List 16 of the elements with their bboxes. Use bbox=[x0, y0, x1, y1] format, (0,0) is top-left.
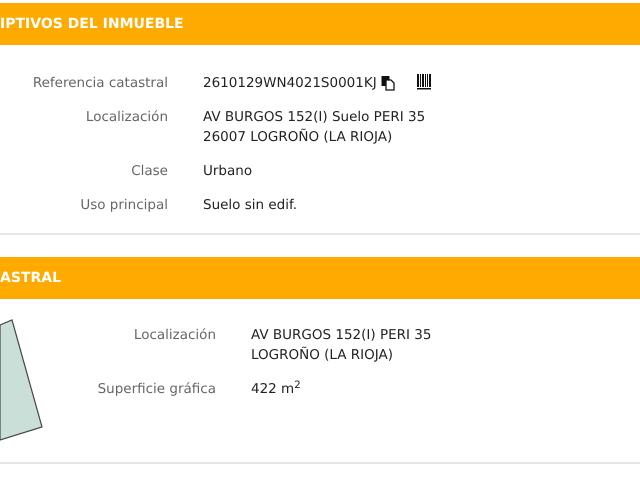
copy-icon[interactable] bbox=[380, 75, 395, 91]
field-label: Localización bbox=[84, 108, 168, 127]
field-value: AV BURGOS 152(I) PERI 35 LOGROÑO (LA RIOJA) bbox=[251, 326, 432, 365]
section-title: ASTRAL bbox=[0, 268, 62, 288]
field-label: Referencia catastral bbox=[32, 74, 168, 93]
section-title: IPTIVOS DEL INMUEBLE bbox=[0, 14, 184, 34]
field-value: AV BURGOS 152(I) Suelo PERI 35 26007 LOGROÑO (LA RIOJA) bbox=[203, 108, 426, 147]
field-value: 422 m$^{2}$ bbox=[251, 379, 301, 399]
field-label: Superficie gráfica bbox=[96, 380, 216, 399]
field-label: Clase bbox=[130, 162, 168, 181]
field-value: Suelo sin edif. bbox=[203, 196, 298, 215]
barcode-icon[interactable] bbox=[416, 74, 431, 90]
field-label: Uso principal bbox=[79, 196, 168, 215]
field-value: Urbano bbox=[203, 162, 252, 181]
field-value: 2610129WN4021S0001KJ bbox=[203, 74, 377, 93]
field-label: Localización bbox=[132, 326, 216, 345]
